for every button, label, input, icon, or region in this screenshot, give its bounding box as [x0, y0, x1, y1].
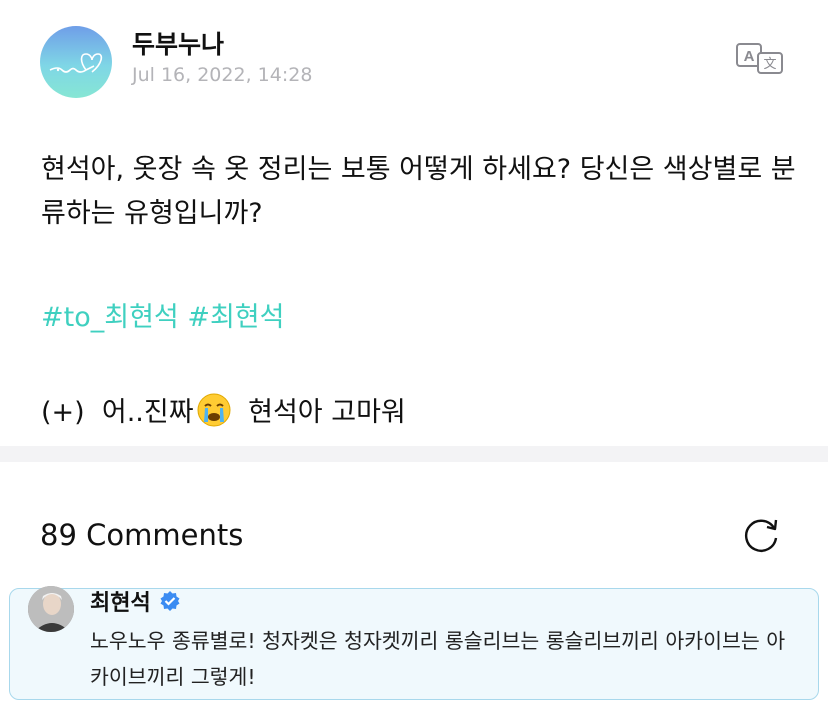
refresh-icon [744, 519, 778, 552]
crying-face-icon [197, 393, 231, 426]
heart-logo-icon [49, 53, 103, 73]
post-hashtags[interactable]: #to_최현석 #최현석 [41, 295, 284, 334]
comments-header: 89 Comments [0, 462, 828, 582]
post-card: 두부누나 Jul 16, 2022, 14:28 A 文 현석아, 옷장 속 옷… [0, 0, 828, 446]
comment-text: 노우노우 종류별로! 청자켓은 청자켓끼리 롱슬리브는 롱슬리브끼리 아카이브는… [90, 629, 786, 689]
post-note: (+) 어..진짜 현석아 고마워 [41, 390, 406, 429]
verified-badge-icon [160, 591, 180, 611]
author-name[interactable]: 두부누나 [132, 25, 224, 61]
refresh-button[interactable] [740, 514, 782, 556]
person-photo [28, 586, 74, 632]
commenter-name[interactable]: 최현석 [90, 585, 151, 617]
translate-icon: A 文 [736, 43, 783, 74]
comments-count: 89 Comments [40, 518, 244, 552]
section-divider [0, 446, 828, 462]
svg-text:A: A [744, 48, 755, 65]
svg-text:文: 文 [763, 57, 776, 72]
post-date: Jul 16, 2022, 14:28 [132, 64, 313, 86]
post-body: 현석아, 옷장 속 옷 정리는 보통 어떻게 하세요? 당신은 색상별로 분류하… [41, 154, 796, 229]
author-avatar[interactable] [40, 26, 112, 98]
commenter-avatar[interactable] [28, 586, 74, 632]
comment-item[interactable]: 최현석 노우노우 종류별로! 청자켓은 청자켓끼리 롱슬리브는 롱슬리브끼리 아… [9, 585, 819, 700]
commenter-name-row: 최현석 [90, 585, 181, 617]
translate-button[interactable]: A 文 [736, 41, 786, 75]
note-suffix: 현석아 고마워 [239, 397, 406, 428]
note-prefix: (+) 어..진짜 [41, 397, 194, 428]
